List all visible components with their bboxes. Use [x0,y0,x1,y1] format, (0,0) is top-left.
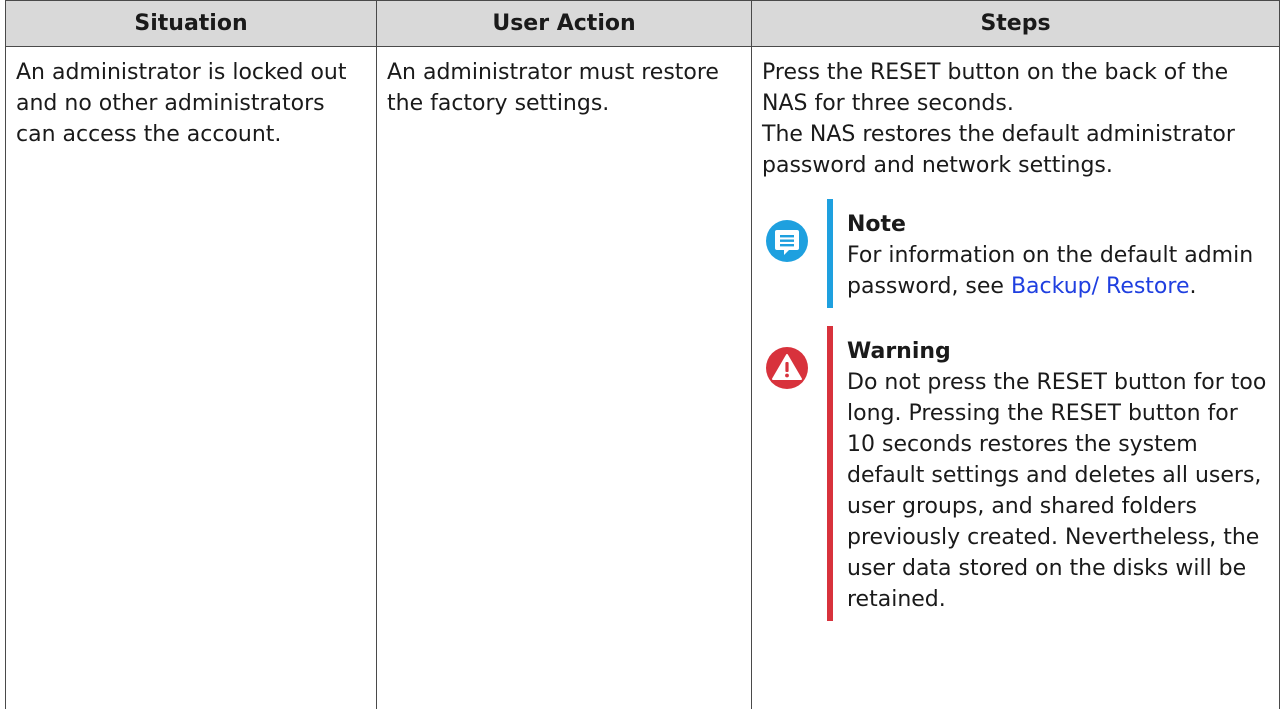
header-situation: Situation [5,0,377,47]
user-action-text: An administrator must restore the factor… [387,60,719,116]
header-user-action: User Action [376,0,752,47]
doc-table-wrapper: Situation User Action Steps An administr… [0,0,1284,709]
note-body: Note For information on the default admi… [833,199,1269,308]
steps-line-2: The NAS restores the default administrat… [762,122,1235,178]
cell-steps: Press the RESET button on the back of th… [751,46,1280,709]
recovery-table: Situation User Action Steps An administr… [5,0,1280,709]
warning-icon [766,347,808,389]
warning-title: Warning [847,339,951,364]
cell-situation: An administrator is locked out and no ot… [5,46,377,709]
warning-text: Do not press the RESET button for too lo… [847,370,1267,612]
note-admonition: Note For information on the default admi… [762,199,1269,308]
table-header-row: Situation User Action Steps [5,0,1280,47]
steps-line-1: Press the RESET button on the back of th… [762,60,1229,116]
warning-admonition: Warning Do not press the RESET button fo… [762,326,1269,621]
note-text: For information on the default admin pas… [847,240,1269,302]
situation-text: An administrator is locked out and no ot… [16,60,347,147]
backup-restore-link[interactable]: Backup/ Restore [1011,274,1190,299]
table-row: An administrator is locked out and no ot… [5,46,1280,709]
note-text-suffix: . [1189,274,1197,299]
warning-body: Warning Do not press the RESET button fo… [833,326,1269,621]
note-title: Note [847,212,906,237]
note-icon [766,220,808,262]
cell-user-action: An administrator must restore the factor… [376,46,752,709]
header-steps: Steps [751,0,1280,47]
